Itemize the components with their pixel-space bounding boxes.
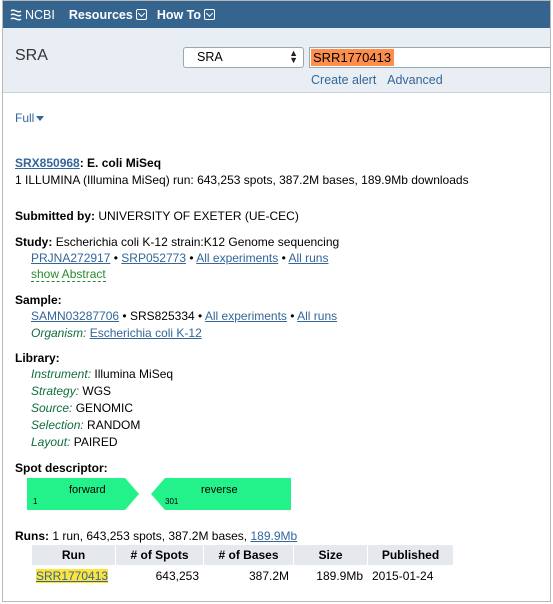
- study: Study: Escherichia coli K-12 strain:K12 …: [15, 235, 339, 249]
- ncbi-logo-text: NCBI: [25, 7, 55, 22]
- forward-read-label: forward: [69, 484, 106, 496]
- format-label: Full: [15, 111, 35, 125]
- database-title: SRA: [15, 47, 48, 64]
- separator: •: [189, 251, 194, 265]
- library-field-label: Source:: [31, 401, 73, 415]
- run-accession-link[interactable]: SRR1770413: [36, 569, 109, 583]
- record-title: SRX850968: E. coli MiSeq: [15, 156, 161, 170]
- chevron-down-icon: [135, 9, 147, 20]
- runs-summary-text: 1 run, 643,253 spots, 387.2M bases,: [52, 529, 248, 543]
- biosample-link[interactable]: SAMN03287706: [31, 309, 119, 323]
- library-field-value: GENOMIC: [75, 401, 134, 415]
- runs-summary: Runs: 1 run, 643,253 spots, 387.2M bases…: [15, 529, 297, 543]
- show-abstract-link[interactable]: show Abstract: [31, 267, 106, 282]
- ncbi-topbar: NCBI Resources How To: [3, 1, 550, 28]
- column-header-spots: # of Spots: [115, 544, 204, 566]
- library-instrument: Instrument: Illumina MiSeq: [31, 367, 173, 381]
- search-sub-links: Create alert Advanced: [311, 73, 451, 87]
- library-field-value: Illumina MiSeq: [94, 367, 174, 381]
- study-label: Study:: [15, 235, 53, 249]
- page-frame: NCBI Resources How To SRA SRA ▲ ▼ SRR1770…: [2, 0, 551, 602]
- search-term[interactable]: SRR1770413: [311, 49, 395, 66]
- table-row: SRR1770413 643,253 387.2M 189.9Mb 2015-0…: [31, 565, 454, 587]
- format-dropdown[interactable]: Full: [15, 111, 45, 125]
- size-cell: 189.9Mb: [293, 565, 368, 587]
- record-title-text: : E. coli MiSeq: [79, 156, 162, 170]
- column-header-size: Size: [293, 544, 368, 566]
- organism-link[interactable]: Escherichia coli K-12: [90, 326, 202, 340]
- srp-link[interactable]: SRP052773: [121, 251, 186, 265]
- runs-table: Run # of Spots # of Bases Size Published…: [31, 544, 454, 587]
- howto-menu[interactable]: How To: [156, 7, 216, 22]
- submitted-by: Submitted by: UNIVERSITY OF EXETER (UE-C…: [15, 209, 299, 223]
- search-bar: SRA SRA ▲ ▼ SRR1770413 Create alert Advan…: [3, 28, 550, 93]
- reverse-read-position: 301: [165, 497, 179, 506]
- sample-all-experiments-link[interactable]: All experiments: [205, 309, 287, 323]
- separator: •: [290, 309, 295, 323]
- run-cell: SRR1770413: [31, 565, 116, 587]
- spot-descriptor-diagram: 1 forward 301 reverse: [27, 478, 291, 510]
- chevron-down-icon: [204, 9, 216, 20]
- library-field-label: Instrument:: [31, 367, 92, 381]
- submitted-value: UNIVERSITY OF EXETER (UE-CEC): [98, 209, 299, 223]
- howto-menu-label: How To: [156, 7, 202, 22]
- runs-label: Runs:: [15, 529, 49, 543]
- library-source: Source: GENOMIC: [31, 401, 133, 415]
- column-header-published: Published: [367, 544, 454, 566]
- runs-download-link[interactable]: 189.9Mb: [250, 529, 297, 543]
- ncbi-logo-icon: [10, 8, 22, 21]
- library-field-value: WGS: [82, 384, 112, 398]
- library-label: Library:: [15, 351, 60, 365]
- bases-cell: 387.2M: [203, 565, 294, 587]
- library-field-value: RANDOM: [87, 418, 141, 432]
- caret-down-icon: [36, 116, 45, 122]
- forward-read-position: 1: [33, 497, 38, 506]
- column-header-bases: # of Bases: [203, 544, 294, 566]
- experiment-accession-link[interactable]: SRX850968: [15, 156, 80, 170]
- srs-accession: SRS825334: [129, 309, 195, 323]
- library-field-value: PAIRED: [73, 435, 118, 449]
- runs-table-header: Run # of Spots # of Bases Size Published: [31, 544, 454, 566]
- select-arrows-icon: ▲ ▼: [289, 48, 298, 65]
- sample-links: SAMN03287706 • SRS825334 • All experimen…: [31, 309, 337, 323]
- organism-label: Organism:: [31, 326, 87, 340]
- published-cell: 2015-01-24: [367, 565, 454, 587]
- ncbi-logo[interactable]: NCBI: [9, 8, 55, 22]
- separator: •: [113, 251, 118, 265]
- library-layout: Layout: PAIRED: [31, 435, 118, 449]
- resources-menu[interactable]: Resources: [69, 8, 147, 22]
- sample-all-runs-link[interactable]: All runs: [297, 309, 337, 323]
- submitted-label: Submitted by:: [15, 209, 95, 223]
- resources-menu-label: Resources: [68, 7, 133, 22]
- database-select[interactable]: SRA ▲ ▼: [183, 47, 304, 68]
- study-all-experiments-link[interactable]: All experiments: [196, 251, 278, 265]
- create-alert-link[interactable]: Create alert: [311, 73, 376, 87]
- library-field-label: Layout:: [31, 435, 71, 449]
- separator: •: [198, 309, 203, 323]
- organism: Organism: Escherichia coli K-12: [31, 326, 202, 340]
- study-links: PRJNA272917 • SRP052773 • All experiment…: [31, 251, 328, 265]
- separator: •: [281, 251, 286, 265]
- library-selection: Selection: RANDOM: [31, 418, 140, 432]
- sample-label: Sample:: [15, 293, 62, 307]
- study-value: Escherichia coli K-12 strain:K12 Genome …: [55, 235, 340, 249]
- column-header-run: Run: [31, 544, 116, 566]
- bioproject-link[interactable]: PRJNA272917: [31, 251, 110, 265]
- show-abstract-wrapper: show Abstract: [31, 267, 106, 282]
- spot-descriptor-label: Spot descriptor:: [15, 461, 108, 475]
- advanced-link[interactable]: Advanced: [387, 73, 443, 87]
- study-all-runs-link[interactable]: All runs: [288, 251, 328, 265]
- library-field-label: Strategy:: [31, 384, 80, 398]
- library-field-label: Selection:: [31, 418, 84, 432]
- reverse-read-label: reverse: [201, 484, 238, 496]
- record-summary: 1 ILLUMINA (Illumina MiSeq) run: 643,253…: [15, 173, 469, 187]
- library-strategy: Strategy: WGS: [31, 384, 111, 398]
- spots-cell: 643,253: [115, 565, 204, 587]
- separator: •: [122, 309, 127, 323]
- database-select-value: SRA: [197, 50, 223, 64]
